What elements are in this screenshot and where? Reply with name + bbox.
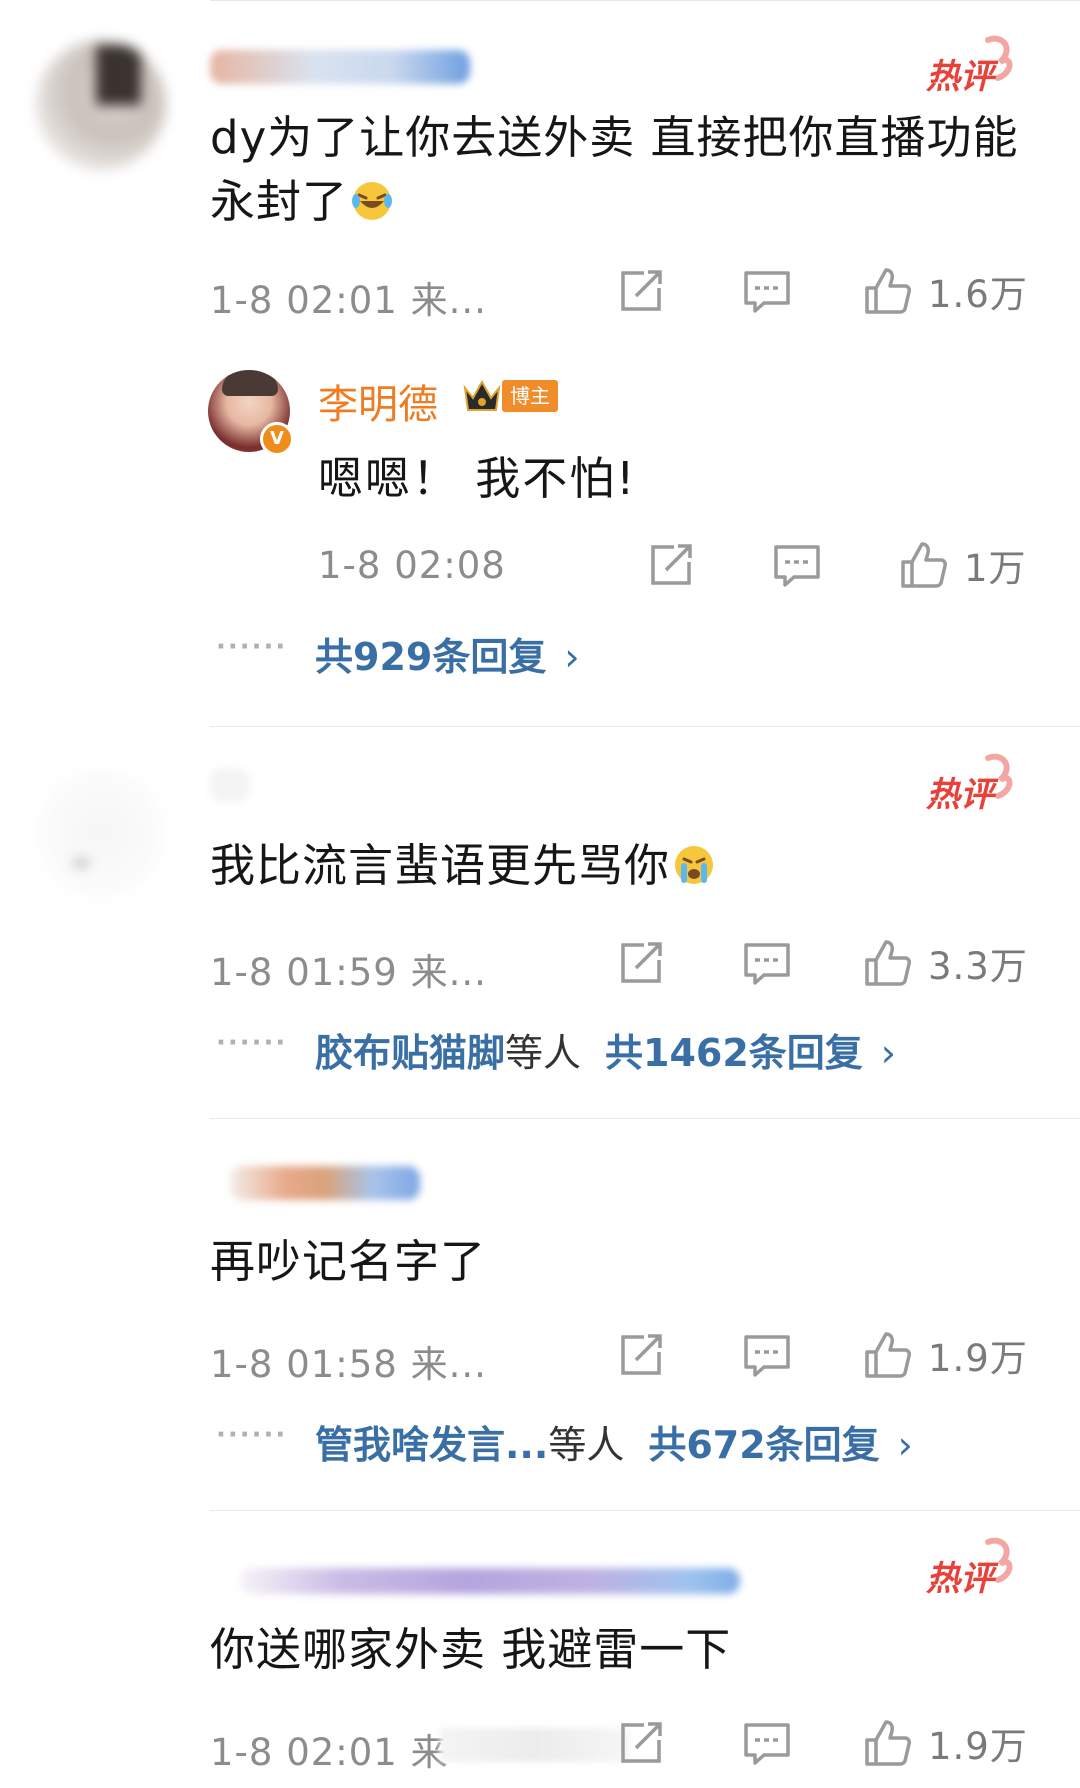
- comment-icon[interactable]: [740, 936, 794, 990]
- hot-comment-badge: 热评: [926, 35, 1013, 97]
- reply-others: 等人: [548, 1423, 625, 1467]
- replies-summary: ······ 胶布贴猫脚等人 共1462条回复 ›: [210, 1022, 1040, 1078]
- like-button[interactable]: 1万: [896, 538, 1027, 592]
- dots: ······: [216, 1028, 288, 1058]
- svg-text:热评: 热评: [926, 775, 999, 815]
- dots: ······: [216, 1420, 288, 1450]
- comment-text-content: dy为了让你去送外卖 直接把你直播功能永封了: [210, 111, 1019, 228]
- comment-list: 热评 dy为了让你去送外卖 直接把你直播功能永封了 1-8 02:01 来...…: [0, 0, 1080, 1788]
- like-button[interactable]: 1.6万: [860, 264, 1028, 318]
- author-name[interactable]: 李明德: [318, 372, 438, 430]
- crying-emoji-icon: [675, 846, 714, 884]
- like-button[interactable]: 1.9万: [860, 1328, 1028, 1382]
- view-replies-link[interactable]: 胶布贴猫脚等人 共1462条回复 ›: [315, 1022, 896, 1077]
- view-replies-link[interactable]: 共929条回复 ›: [315, 626, 580, 681]
- like-count: 1.6万: [928, 273, 1028, 316]
- comment-text: 再吵记名字了: [210, 1230, 1040, 1294]
- avatar[interactable]: [36, 40, 166, 170]
- username[interactable]: [230, 1166, 420, 1200]
- like-count: 1万: [964, 547, 1027, 590]
- comment-text: dy为了让你去送外卖 直接把你直播功能永封了: [210, 106, 1040, 234]
- comment-time: 1-8 02:01 来: [210, 1731, 449, 1774]
- divider: [210, 726, 1080, 727]
- reply-time: 1-8 02:08: [318, 544, 506, 587]
- reply-others: 等人: [505, 1031, 582, 1075]
- username[interactable]: [210, 50, 470, 84]
- crown-icon: [463, 379, 501, 411]
- avatar[interactable]: [36, 768, 166, 898]
- repost-icon[interactable]: [614, 936, 668, 990]
- svg-text:热评: 热评: [926, 57, 999, 97]
- hot-comment-badge: 热评: [926, 1537, 1013, 1599]
- comment-time: 1-8 02:01 来...: [210, 279, 487, 322]
- comment-icon[interactable]: [740, 1328, 794, 1382]
- thumbs-up-icon: [901, 542, 947, 588]
- thumbs-up-icon: [865, 268, 911, 314]
- repost-icon[interactable]: [614, 1716, 668, 1770]
- hot-comment-badge: 热评: [926, 753, 1013, 815]
- like-count: 3.3万: [928, 945, 1028, 988]
- divider: [210, 1510, 1080, 1511]
- comment-meta: 1-8 02:01 来 1.9万: [210, 1714, 1040, 1774]
- dots: ······: [216, 632, 288, 662]
- comment-meta: 1-8 02:01 来... 1.6万: [210, 262, 1040, 322]
- like-button[interactable]: 3.3万: [860, 936, 1028, 990]
- comment-time: 1-8 01:58 来...: [210, 1343, 487, 1386]
- svg-text:热评: 热评: [926, 1559, 999, 1599]
- thumbs-up-icon: [865, 940, 911, 986]
- comment-icon[interactable]: [740, 264, 794, 318]
- verified-badge-icon: V: [260, 422, 294, 456]
- reply-user-name: 管我啥发言...: [315, 1423, 549, 1467]
- replies-count: 共1462条回复: [605, 1031, 863, 1075]
- repost-icon[interactable]: [644, 538, 698, 592]
- thumbs-up-icon: [865, 1720, 911, 1766]
- avatar[interactable]: [36, 1552, 166, 1682]
- comment-text-content: 你送哪家外卖 我避雷一下: [210, 1623, 732, 1676]
- divider: [210, 0, 1080, 1]
- chevron-right-icon: ›: [564, 635, 580, 679]
- replies-count: 共672条回复: [648, 1423, 880, 1467]
- comment-text: 你送哪家外卖 我避雷一下: [210, 1618, 1040, 1682]
- comment-icon[interactable]: [740, 1716, 794, 1770]
- replies-summary: ······ 共929条回复 ›: [210, 626, 1040, 682]
- repost-icon[interactable]: [614, 1328, 668, 1382]
- reply-meta: 1-8 02:08 1万: [318, 536, 1040, 596]
- like-count: 1.9万: [928, 1337, 1028, 1380]
- watermark: [440, 1728, 630, 1762]
- comment-icon[interactable]: [770, 538, 824, 592]
- replies-summary: ······ 管我啥发言...等人 共672条回复 ›: [210, 1414, 1040, 1470]
- comment-text-content: 我比流言蜚语更先骂你: [210, 839, 671, 892]
- comment-meta: 1-8 01:58 来... 1.9万: [210, 1326, 1040, 1386]
- laughing-crying-emoji-icon: [352, 182, 393, 220]
- view-replies-link[interactable]: 管我啥发言...等人 共672条回复 ›: [315, 1414, 913, 1469]
- thumbs-up-icon: [865, 1332, 911, 1378]
- comment-text: 我比流言蜚语更先骂你: [210, 834, 1040, 898]
- avatar[interactable]: [36, 1160, 166, 1290]
- comment-text-content: 再吵记名字了: [210, 1235, 487, 1288]
- comment-time: 1-8 01:59 来...: [210, 951, 487, 994]
- comment-meta: 1-8 01:59 来... 3.3万: [210, 934, 1040, 994]
- username[interactable]: [240, 1568, 740, 1594]
- chevron-right-icon: ›: [897, 1423, 913, 1467]
- like-count: 1.9万: [928, 1725, 1028, 1768]
- reply-user-name: 胶布贴猫脚: [315, 1031, 506, 1075]
- chevron-right-icon: ›: [880, 1031, 896, 1075]
- blogger-badge: 博主: [502, 380, 558, 412]
- replies-count: 共929条回复: [315, 635, 547, 679]
- divider: [210, 1118, 1080, 1119]
- reply-text: 嗯嗯！ 我不怕!: [318, 452, 637, 505]
- like-button[interactable]: 1.9万: [860, 1716, 1028, 1770]
- username[interactable]: [210, 768, 250, 802]
- repost-icon[interactable]: [614, 264, 668, 318]
